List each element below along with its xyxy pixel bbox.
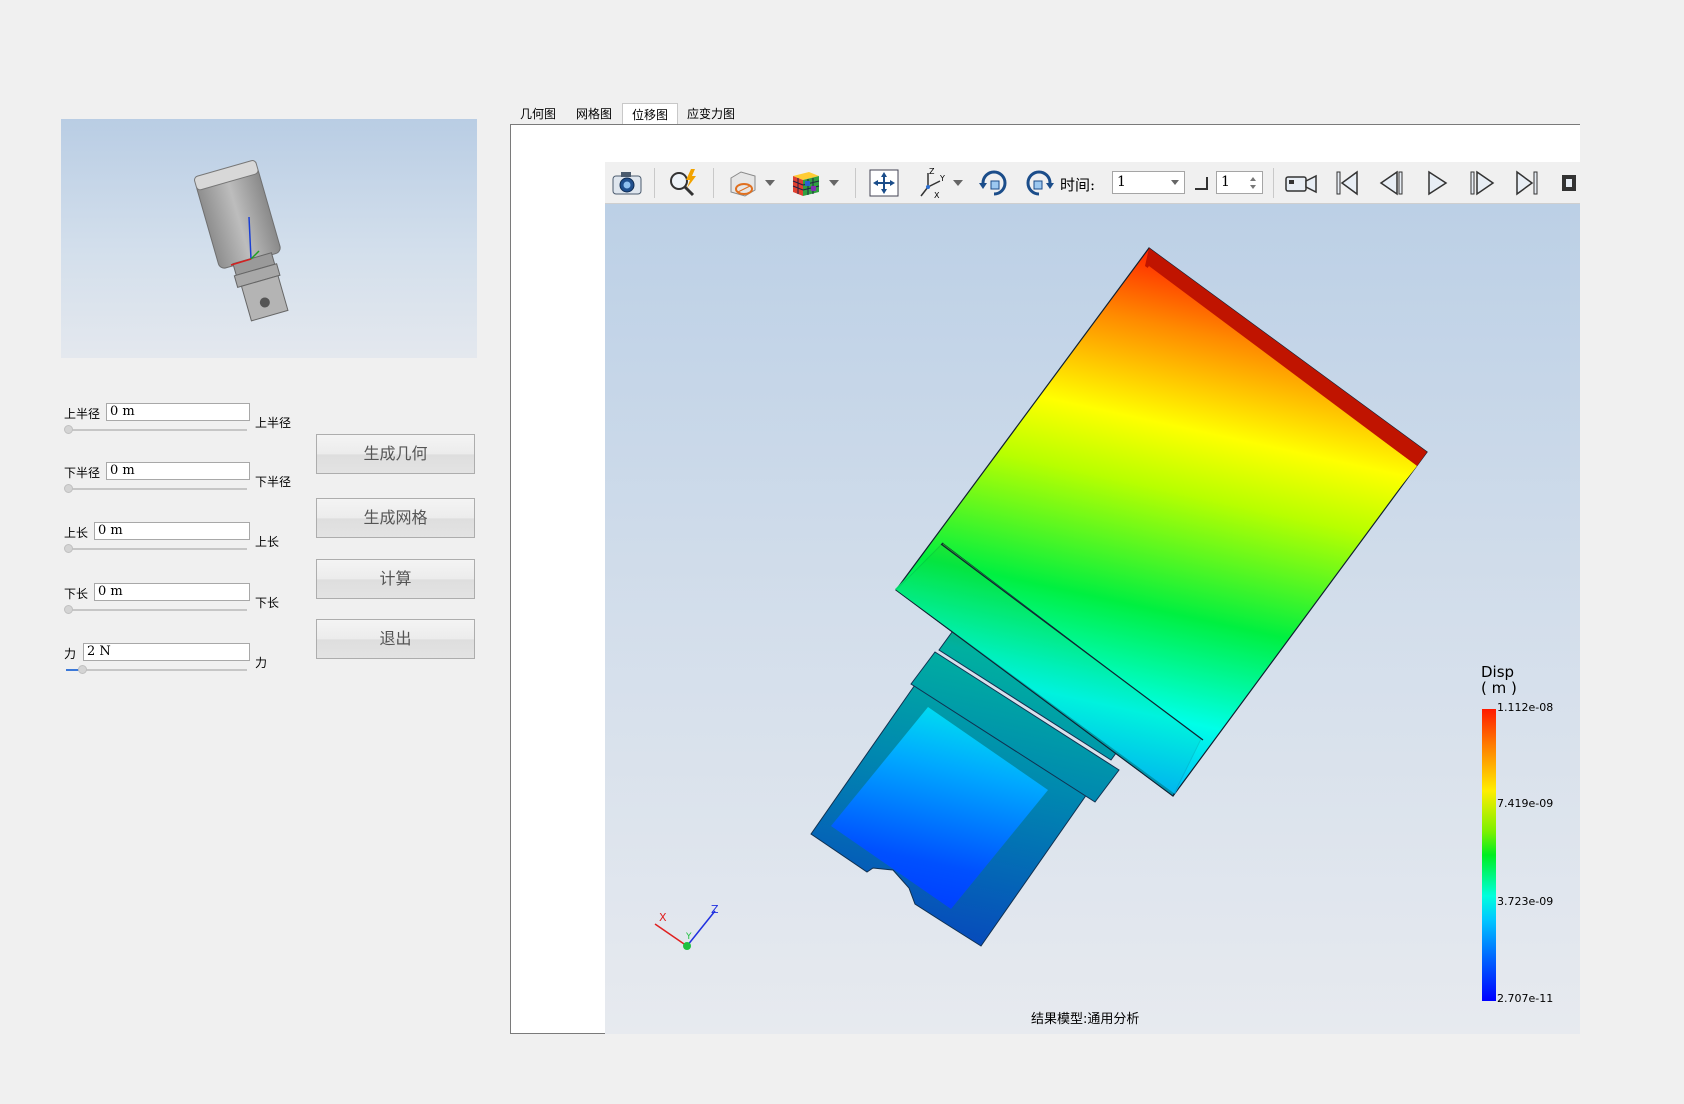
zoom-icon[interactable] [664, 166, 702, 200]
axes-icon[interactable]: ZYX [913, 166, 949, 200]
upper-length-slider-handle[interactable] [64, 544, 73, 553]
more-tools-icon[interactable] [1555, 166, 1580, 200]
last-frame-icon[interactable] [1509, 166, 1545, 200]
lower-length-slider-track[interactable] [66, 609, 247, 611]
lower-radius-input[interactable]: 0 m [106, 462, 250, 480]
lower-radius-label: 下半径 [64, 466, 101, 480]
time-select-value: 1 [1117, 174, 1126, 190]
upper-length-label: 上长 [64, 526, 89, 540]
viewer-toolbar: ZYX 时间: 1 1 [605, 162, 1580, 204]
svg-text:Z: Z [929, 167, 935, 176]
force-suffix: 力 [255, 656, 268, 670]
lower-radius-suffix: 下半径 [255, 475, 292, 489]
tab-geometry[interactable]: 几何图 [511, 103, 565, 125]
param-upper-radius: 上半径 0 m 上半径 [62, 403, 302, 443]
color-cube-icon[interactable] [787, 166, 825, 200]
upper-radius-label: 上半径 [64, 407, 101, 421]
lower-length-suffix: 下长 [255, 596, 280, 610]
lower-length-label: 下长 [64, 587, 89, 601]
param-force: 力 2 N 力 [62, 643, 302, 683]
step-checkbox-icon[interactable] [1193, 166, 1209, 200]
rotate-cw-icon[interactable] [975, 166, 1013, 200]
axis-x-label: X [659, 911, 667, 924]
fit-view-icon[interactable] [865, 166, 903, 200]
legend-unit: ( m ) [1481, 679, 1517, 697]
spin-down-icon[interactable] [1250, 185, 1256, 189]
time-select[interactable]: 1 [1112, 171, 1185, 194]
result-caption: 结果模型:通用分析 [1031, 1012, 1140, 1027]
generate-geometry-button[interactable]: 生成几何 [316, 434, 475, 474]
first-frame-icon[interactable] [1329, 166, 1365, 200]
tab-displacement[interactable]: 位移图 [622, 103, 678, 126]
force-input[interactable]: 2 N [83, 643, 250, 661]
chevron-down-icon [1171, 180, 1179, 185]
legend-min: 2.707e-11 [1497, 992, 1554, 1005]
force-label: 力 [64, 647, 77, 661]
upper-length-suffix: 上长 [255, 535, 280, 549]
lower-length-input[interactable]: 0 m [94, 583, 250, 601]
upper-radius-suffix: 上半径 [255, 416, 292, 430]
legend-color-bar [1482, 709, 1496, 1001]
display-mode-dropdown-icon[interactable] [763, 166, 777, 200]
legend-max: 1.112e-08 [1497, 701, 1554, 714]
svg-text:Y: Y [939, 174, 945, 183]
color-map-dropdown-icon[interactable] [827, 166, 841, 200]
legend-title: Disp [1481, 663, 1515, 681]
force-slider-track[interactable] [66, 669, 247, 671]
force-slider-handle[interactable] [78, 665, 87, 674]
displacement-model [810, 247, 1428, 947]
axis-y-label: Y [685, 932, 692, 942]
result-viewport[interactable]: X Z Y Disp ( m ) 1.112e-08 7.419e-09 3.7… [605, 204, 1580, 1034]
legend-mid-low: 3.723e-09 [1497, 895, 1554, 908]
axes-triad: X Z Y [654, 903, 719, 950]
exit-button[interactable]: 退出 [316, 619, 475, 659]
compute-button[interactable]: 计算 [316, 559, 475, 599]
tab-mesh[interactable]: 网格图 [567, 103, 621, 125]
play-icon[interactable] [1419, 166, 1455, 200]
tab-stress[interactable]: 应变力图 [680, 103, 742, 125]
preview-model [194, 160, 289, 322]
generate-mesh-button[interactable]: 生成网格 [316, 498, 475, 538]
time-label: 时间: [1060, 176, 1096, 194]
upper-radius-input[interactable]: 0 m [106, 403, 250, 421]
svg-text:X: X [934, 191, 940, 199]
legend-mid-high: 7.419e-09 [1497, 797, 1554, 810]
step-spinbox[interactable]: 1 [1216, 171, 1263, 194]
lower-radius-slider-track[interactable] [66, 488, 247, 490]
camera-icon[interactable] [608, 166, 646, 200]
spin-up-icon[interactable] [1250, 177, 1256, 181]
step-spinbox-value: 1 [1221, 174, 1230, 190]
rotate-ccw-icon[interactable] [1020, 166, 1058, 200]
param-lower-radius: 下半径 0 m 下半径 [62, 462, 302, 502]
upper-length-slider-track[interactable] [66, 548, 247, 550]
record-video-icon[interactable] [1283, 166, 1321, 200]
upper-length-input[interactable]: 0 m [94, 522, 250, 540]
upper-radius-slider-handle[interactable] [64, 425, 73, 434]
param-upper-length: 上长 0 m 上长 [62, 522, 302, 562]
previous-frame-icon[interactable] [1374, 166, 1410, 200]
lower-length-slider-handle[interactable] [64, 605, 73, 614]
display-mode-icon[interactable] [723, 166, 761, 200]
axis-z-label: Z [711, 903, 719, 916]
geometry-preview[interactable] [61, 119, 477, 358]
lower-radius-slider-handle[interactable] [64, 484, 73, 493]
axes-dropdown-icon[interactable] [951, 166, 965, 200]
param-lower-length: 下长 0 m 下长 [62, 583, 302, 623]
next-frame-icon[interactable] [1464, 166, 1500, 200]
upper-radius-slider-track[interactable] [66, 429, 247, 431]
